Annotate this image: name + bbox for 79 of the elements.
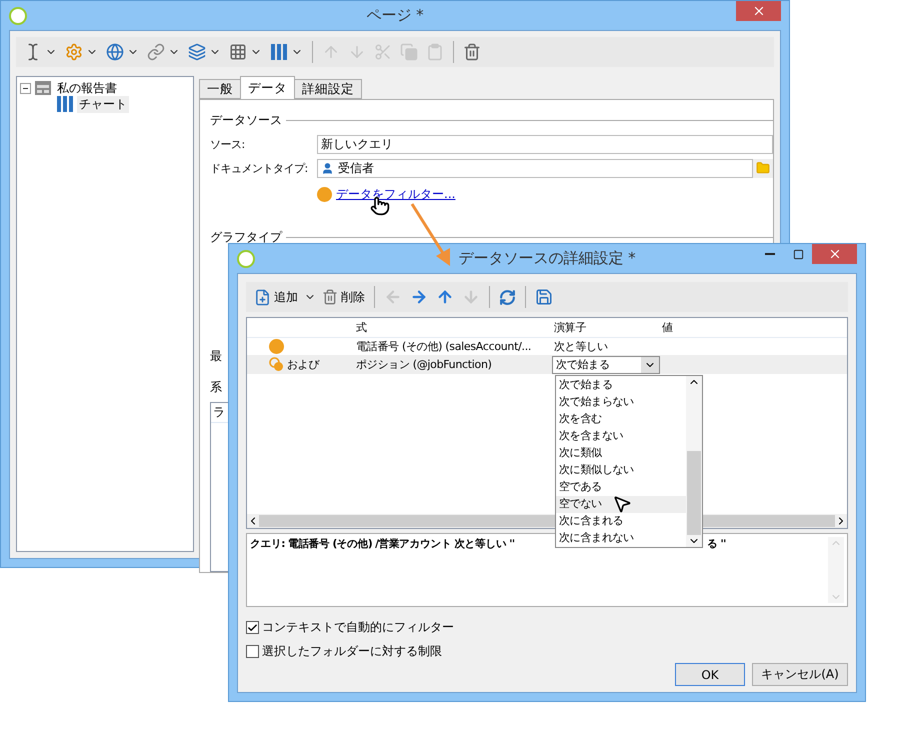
add-file-icon (254, 288, 271, 306)
dropdown-option[interactable]: 次で始まらない (556, 394, 686, 411)
tab[interactable]: 詳細設定 (294, 79, 362, 99)
dialog-title: データソースの詳細設定 * (458, 249, 636, 267)
app-icon (9, 6, 27, 24)
copy-icon (400, 43, 418, 61)
close-button[interactable] (812, 244, 857, 264)
check-icon (247, 622, 258, 634)
field-value: 受信者 (338, 160, 374, 176)
window-title: ページ * (366, 6, 424, 24)
save-icon (535, 288, 553, 306)
section-heading: グラフタイプ (210, 229, 282, 246)
scissors-icon (374, 43, 392, 61)
person-icon (321, 162, 334, 174)
table-cell: および (287, 357, 320, 372)
table-cell: ポジション (@jobFunction) (356, 358, 492, 371)
layers-icon (188, 43, 206, 61)
query-text: る '' (707, 536, 726, 551)
dropdown-option[interactable]: 次で始まる (556, 377, 686, 394)
clipboard-icon (426, 43, 444, 61)
dialog-button[interactable]: OK (675, 663, 745, 686)
tree-item[interactable]: チャート (77, 96, 129, 112)
close-button[interactable] (736, 1, 781, 21)
column-header: 値 (662, 321, 673, 334)
link-icon (147, 43, 165, 61)
table-cell: 次と等しい (554, 340, 608, 353)
tab[interactable]: データ (240, 76, 295, 99)
collapse-icon[interactable] (20, 82, 31, 94)
column-header: 演算子 (554, 321, 586, 334)
app-icon (237, 250, 255, 268)
maximize-icon (792, 248, 804, 260)
dialog-button[interactable]: キャンセル(A) (752, 663, 848, 686)
dropdown-option[interactable]: 空でない (556, 496, 686, 513)
arrow-down-icon (462, 288, 480, 306)
dropdown-option[interactable]: 次に類似しない (556, 462, 686, 479)
linked-circles-icon (269, 357, 284, 372)
table-cell: 電話番号 (その他) (salesAccount/... (356, 340, 532, 353)
field-gear-icon (65, 43, 83, 61)
grid-icon (229, 43, 247, 61)
field-label: ソース: (210, 136, 246, 152)
arrow-right-icon (410, 288, 428, 306)
dropdown-option[interactable]: 次を含まない (556, 428, 686, 445)
section-heading: データソース (210, 112, 282, 129)
browse-button[interactable] (753, 158, 773, 178)
dropdown-option[interactable]: 空である (556, 479, 686, 496)
table-row[interactable]: および ポジション (@jobFunction) 次で始まる (247, 355, 847, 374)
checkbox-label: コンテキストで自動的にフィルター (262, 619, 454, 636)
folder-icon (756, 161, 770, 175)
delete-button[interactable]: 削除 (320, 286, 367, 308)
bar-chart-icon (270, 43, 288, 61)
checkbox[interactable] (246, 621, 259, 634)
query-text: クエリ: 電話番号 (その他) /営業アカウント 次と等しい '' (250, 536, 515, 551)
source-field[interactable]: 新しいクエリ (317, 134, 773, 154)
checkbox[interactable] (246, 645, 259, 658)
tab[interactable]: 一般 (199, 79, 241, 99)
trash-icon (463, 43, 481, 61)
dropdown-option[interactable]: 次に含まれない (556, 530, 686, 547)
checkbox-label: 選択したフォルダーに対する制限 (262, 643, 442, 660)
table-row[interactable]: 電話番号 (その他) (salesAccount/... 次と等しい (247, 338, 847, 355)
tree-item[interactable]: 私の報告書 (55, 80, 119, 96)
report-icon (34, 80, 52, 96)
minimize-icon (765, 253, 775, 255)
operator-select[interactable]: 次で始まる (552, 356, 660, 374)
refresh-icon (499, 288, 516, 306)
filter-dot-icon (317, 186, 332, 202)
field-label: 最 (210, 348, 222, 365)
column-header: 式 (356, 321, 367, 334)
field-label: 系 (210, 379, 222, 396)
pointer-cursor-icon (612, 494, 632, 514)
document-type-field[interactable]: 受信者 (317, 158, 753, 178)
globe-icon (106, 43, 124, 61)
bar-chart-icon (56, 95, 74, 113)
condition-dot-icon (269, 339, 284, 354)
add-button[interactable]: 追加 (252, 286, 300, 308)
dropdown-option[interactable]: 次に類似 (556, 445, 686, 462)
dropdown-option[interactable]: 次を含む (556, 411, 686, 428)
column-header: ラ (213, 405, 225, 419)
trash-icon (322, 289, 338, 305)
field-label: ドキュメントタイプ: (210, 160, 309, 176)
